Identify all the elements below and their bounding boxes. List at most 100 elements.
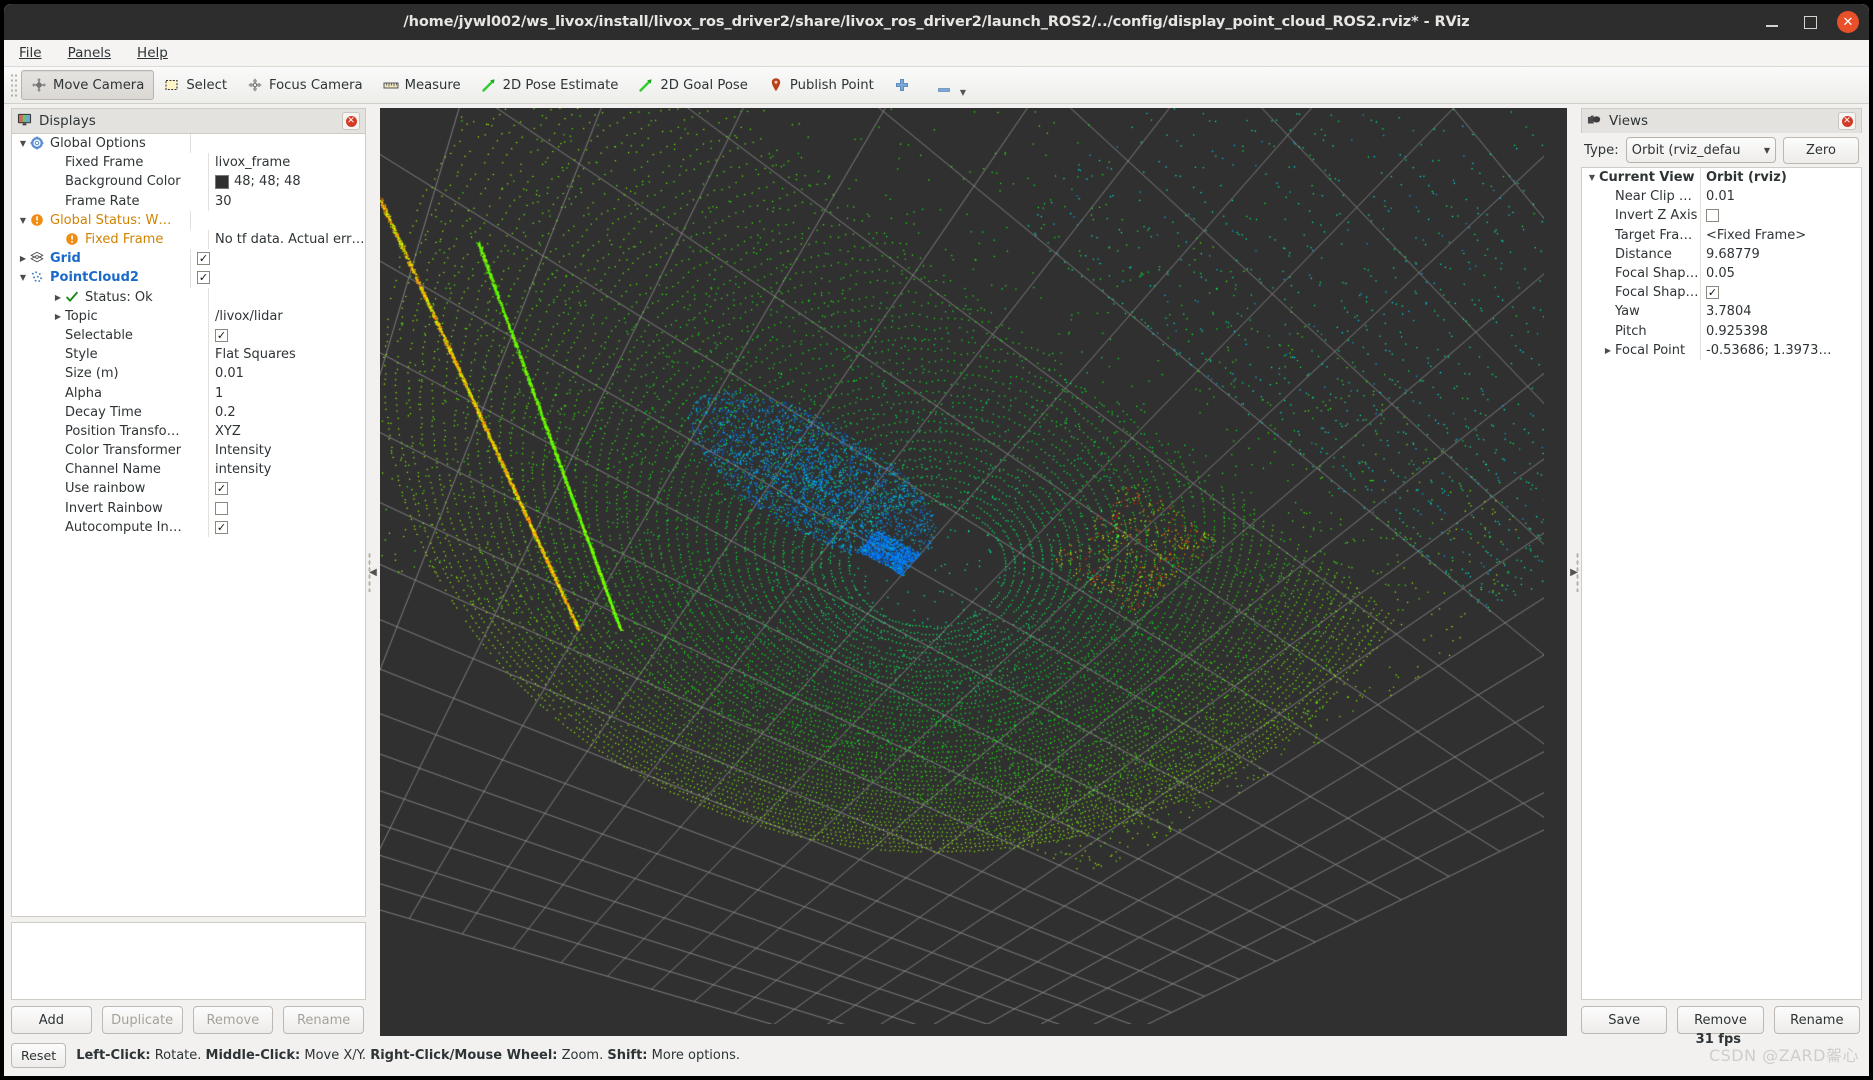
view-tree-row[interactable]: Focal Shap… 0.05 — [1582, 263, 1861, 284]
view-tree-row[interactable]: Distance 9.68779 — [1582, 244, 1861, 264]
checkbox[interactable] — [1706, 209, 1719, 223]
display-tree-row[interactable]: Size (m) 0.01 — [12, 364, 365, 384]
rename-view-button[interactable]: Rename — [1773, 1006, 1860, 1034]
add-display-button[interactable]: Add — [11, 1006, 92, 1034]
view-row-value-cell[interactable]: 9.68779 — [1700, 244, 1861, 264]
checkbox[interactable]: ✓ — [215, 328, 228, 342]
minimize-button[interactable] — [1761, 11, 1783, 33]
toolbar-grip[interactable] — [10, 73, 17, 97]
display-tree-row[interactable]: ▶ Topic/livox/lidar — [12, 306, 365, 326]
menu-help[interactable]: Help — [134, 43, 171, 63]
view-row-value-cell[interactable]: 0.925398 — [1700, 321, 1861, 341]
checkbox[interactable]: ✓ — [1706, 286, 1719, 300]
chevron-down-icon[interactable]: ▼ — [960, 88, 966, 97]
right-splitter[interactable]: ▶ — [1567, 104, 1581, 1040]
display-row-value-cell[interactable]: ✓ — [208, 325, 365, 346]
tool-publish-point[interactable]: Publish Point — [758, 70, 884, 100]
display-tree-row[interactable]: ▼ Global Status: W… — [12, 210, 365, 230]
tool-2d-goal-pose[interactable]: 2D Goal Pose — [628, 70, 758, 100]
views-tree[interactable]: ▼ Current View Orbit (rviz) Near Clip … 0.01… — [1581, 167, 1862, 1000]
display-tree-row[interactable]: Alpha 1 — [12, 383, 365, 403]
checkbox[interactable] — [215, 501, 228, 515]
view-row-value-cell[interactable]: 3.7804 — [1700, 302, 1861, 322]
display-row-value-cell[interactable] — [208, 498, 365, 518]
chevron-down-icon[interactable]: ▼ — [1585, 173, 1599, 182]
display-tree-row[interactable]: Channel Name intensity — [12, 460, 365, 480]
display-row-value-cell[interactable]: Intensity — [208, 441, 365, 461]
display-tree-row[interactable]: Color Transformer Intensity — [12, 441, 365, 461]
display-tree-row[interactable]: ▶ Grid ✓ — [12, 249, 365, 269]
display-row-value-cell[interactable]: ✓ — [208, 479, 365, 499]
view-row-value-cell[interactable]: <Fixed Frame> — [1700, 225, 1861, 245]
display-tree-row[interactable]: Position Transfo… XYZ — [12, 421, 365, 441]
chevron-down-icon[interactable]: ▼ — [16, 139, 30, 148]
display-tree-row[interactable]: Fixed Frame No tf data. Actual err… — [12, 229, 365, 250]
chevron-down-icon[interactable]: ▼ — [16, 273, 30, 282]
display-row-value-cell[interactable]: 0.01 — [208, 364, 365, 384]
display-row-value-cell[interactable] — [190, 134, 365, 154]
chevron-right-icon[interactable]: ▶ — [51, 312, 65, 321]
zero-button[interactable]: Zero — [1783, 136, 1859, 164]
display-row-value-cell[interactable]: 48; 48; 48 — [208, 172, 365, 192]
display-tree-row[interactable]: ▼ Global Options — [12, 134, 365, 154]
display-tree-row[interactable]: Use rainbow ✓ — [12, 479, 365, 499]
display-row-value-cell[interactable]: ✓ — [208, 517, 365, 537]
display-tree-row[interactable]: Background Color 48; 48; 48 — [12, 172, 365, 192]
display-tree-row[interactable]: Invert Rainbow — [12, 498, 365, 518]
display-row-value-cell[interactable]: intensity — [208, 460, 365, 480]
display-row-value-cell[interactable] — [208, 287, 365, 307]
remove-view-button[interactable]: Remove — [1677, 1006, 1764, 1034]
display-tree-row[interactable]: Frame Rate 30 — [12, 191, 365, 211]
display-row-value-cell[interactable]: 30 — [208, 191, 365, 211]
displays-close-button[interactable]: ✕ — [342, 112, 360, 130]
display-row-value-cell[interactable]: ✓ — [190, 268, 365, 288]
view-tree-row[interactable]: Pitch 0.925398 — [1582, 321, 1861, 341]
view-row-value-cell[interactable]: 0.05 — [1700, 263, 1861, 284]
view-row-value-cell[interactable]: ✓ — [1700, 283, 1861, 303]
display-row-value-cell[interactable] — [190, 210, 365, 230]
view-tree-row[interactable]: Invert Z Axis — [1582, 206, 1861, 226]
reset-button[interactable]: Reset — [11, 1042, 67, 1068]
display-row-value-cell[interactable]: 1 — [208, 383, 365, 403]
checkbox[interactable]: ✓ — [215, 520, 228, 534]
tool-add-tool[interactable] — [884, 70, 926, 100]
view-row-value-cell[interactable]: 0.01 — [1700, 187, 1861, 207]
view-row-value-cell[interactable]: -0.53686; 1.3973… — [1700, 340, 1861, 360]
tool-remove-tool[interactable]: ▼ — [926, 70, 976, 100]
chevron-down-icon[interactable]: ▼ — [16, 216, 30, 225]
view-tree-row[interactable]: ▼ Current View Orbit (rviz) — [1582, 168, 1861, 188]
point-cloud-canvas[interactable] — [380, 108, 1544, 1024]
checkbox[interactable]: ✓ — [215, 482, 228, 496]
display-row-value-cell[interactable]: ✓ — [190, 249, 365, 269]
display-row-value-cell[interactable]: XYZ — [208, 421, 365, 441]
chevron-right-icon[interactable]: ▶ — [1601, 346, 1615, 355]
view-type-select[interactable]: Orbit (rviz_defau ▼ — [1625, 137, 1776, 163]
checkbox[interactable]: ✓ — [197, 271, 210, 285]
save-view-button[interactable]: Save — [1581, 1006, 1668, 1034]
checkbox[interactable]: ✓ — [197, 252, 210, 266]
duplicate-display-button[interactable]: Duplicate — [101, 1006, 183, 1034]
display-tree-row[interactable]: ▶ Status: Ok — [12, 287, 365, 307]
maximize-button[interactable] — [1799, 11, 1821, 33]
view-tree-row[interactable]: ▶ Focal Point -0.53686; 1.3973… — [1582, 340, 1861, 360]
display-row-value-cell[interactable]: 0.2 — [208, 402, 365, 422]
tool-focus-camera[interactable]: Focus Camera — [237, 70, 373, 100]
chevron-right-icon[interactable]: ▶ — [51, 293, 65, 302]
display-tree-row[interactable]: Style Flat Squares — [12, 345, 365, 365]
view-tree-row[interactable]: Near Clip … 0.01 — [1582, 187, 1861, 207]
view-tree-row[interactable]: Yaw 3.7804 — [1582, 302, 1861, 322]
close-button[interactable]: ✕ — [1837, 11, 1859, 33]
display-row-value-cell[interactable]: Flat Squares — [208, 345, 365, 365]
tool-measure[interactable]: Measure — [373, 70, 471, 100]
display-row-value-cell[interactable]: No tf data. Actual err… — [208, 229, 365, 250]
display-tree-row[interactable]: ▼ PointCloud2 ✓ — [12, 268, 365, 288]
menu-file[interactable]: File — [16, 43, 45, 63]
display-tree-row[interactable]: Autocompute In… ✓ — [12, 517, 365, 537]
tool-2d-pose-estimate[interactable]: 2D Pose Estimate — [471, 70, 629, 100]
display-row-value-cell[interactable]: /livox/lidar — [208, 306, 365, 326]
color-swatch[interactable] — [215, 174, 229, 189]
chevron-right-icon[interactable]: ▶ — [16, 254, 30, 263]
view-tree-row[interactable]: Focal Shap… ✓ — [1582, 283, 1861, 303]
view-row-value-cell[interactable] — [1700, 206, 1861, 226]
views-close-button[interactable]: ✕ — [1838, 112, 1856, 130]
